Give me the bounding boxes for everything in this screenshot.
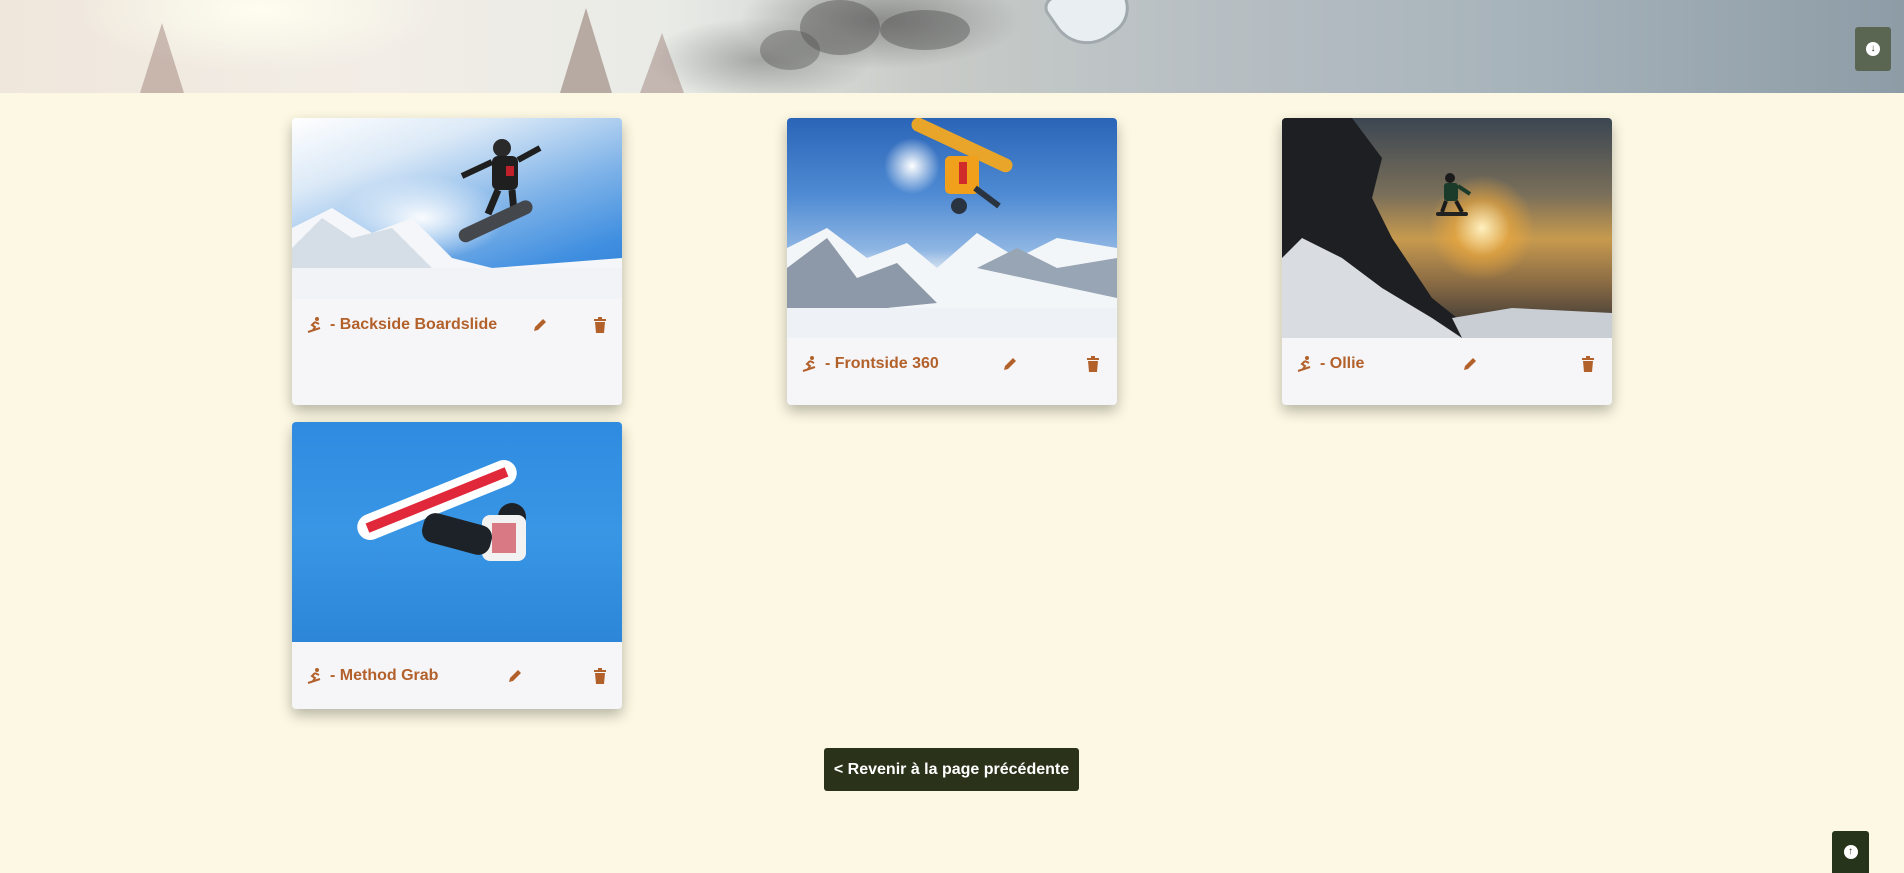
scroll-up-button[interactable]: ↑: [1832, 831, 1869, 873]
arrow-circle-down-icon: ↓: [1866, 42, 1880, 56]
scroll-down-button[interactable]: ↓: [1855, 27, 1891, 71]
snowboarding-icon: [1297, 356, 1311, 372]
trick-title[interactable]: - Backside Boardslide: [306, 316, 497, 334]
pencil-icon: [1464, 358, 1476, 370]
snowboard-decoration: [1044, 0, 1136, 55]
snow-spray: [800, 0, 880, 55]
trick-image[interactable]: [787, 118, 1117, 338]
trick-image[interactable]: [292, 118, 622, 299]
trick-name-label: - Backside Boardslide: [330, 316, 498, 333]
header-banner: ↓: [0, 0, 1904, 93]
trick-meta: - Ollie: [1282, 338, 1612, 390]
tree-decoration: [640, 33, 684, 93]
snow-spray: [880, 10, 970, 50]
trick-photo-illustration: [1282, 118, 1612, 338]
page: ↓ - Backside Boardslide - Frontside 360 …: [0, 0, 1904, 873]
edit-button[interactable]: [505, 666, 525, 686]
trick-title[interactable]: - Frontside 360: [801, 355, 939, 373]
arrow-circle-up-icon: ↑: [1843, 845, 1858, 859]
snowboarding-icon: [307, 317, 321, 333]
delete-button[interactable]: [1083, 354, 1103, 374]
pencil-icon: [509, 669, 521, 682]
trash-icon: [1582, 356, 1594, 372]
trash-icon: [594, 667, 606, 684]
trick-photo-illustration: [357, 460, 526, 561]
trick-meta: - Backside Boardslide: [292, 299, 622, 351]
trick-card[interactable]: - Frontside 360: [787, 118, 1117, 405]
trick-card[interactable]: - Backside Boardslide: [292, 118, 622, 405]
trick-photo-illustration: [787, 118, 1117, 338]
trick-title[interactable]: - Method Grab: [306, 667, 438, 685]
edit-button[interactable]: [1460, 354, 1480, 374]
trick-name-label: - Frontside 360: [825, 355, 939, 372]
delete-button[interactable]: [1578, 354, 1598, 374]
pencil-icon: [1004, 358, 1016, 370]
delete-button[interactable]: [590, 315, 610, 335]
delete-button[interactable]: [590, 666, 610, 686]
trick-card[interactable]: - Ollie: [1282, 118, 1612, 405]
trick-image[interactable]: [1282, 118, 1612, 338]
trick-card[interactable]: - Method Grab: [292, 422, 622, 709]
snowboarding-icon: [307, 667, 321, 684]
trick-title[interactable]: - Ollie: [1296, 355, 1364, 373]
edit-button[interactable]: [530, 315, 550, 335]
trick-name-label: - Ollie: [1320, 355, 1365, 372]
trick-image[interactable]: [292, 422, 622, 642]
tree-decoration: [560, 8, 612, 93]
snowboarding-icon: [802, 356, 816, 372]
back-button[interactable]: < Revenir à la page précédente: [824, 748, 1079, 791]
trash-icon: [594, 317, 606, 333]
tree-decoration: [140, 23, 184, 93]
trick-photo-illustration: [292, 139, 622, 299]
trick-meta: - Method Grab: [292, 642, 622, 709]
trick-meta: - Frontside 360: [787, 338, 1117, 390]
edit-button[interactable]: [1000, 354, 1020, 374]
trick-name-label: - Method Grab: [330, 666, 439, 684]
trash-icon: [1087, 356, 1099, 372]
pencil-icon: [534, 319, 546, 331]
